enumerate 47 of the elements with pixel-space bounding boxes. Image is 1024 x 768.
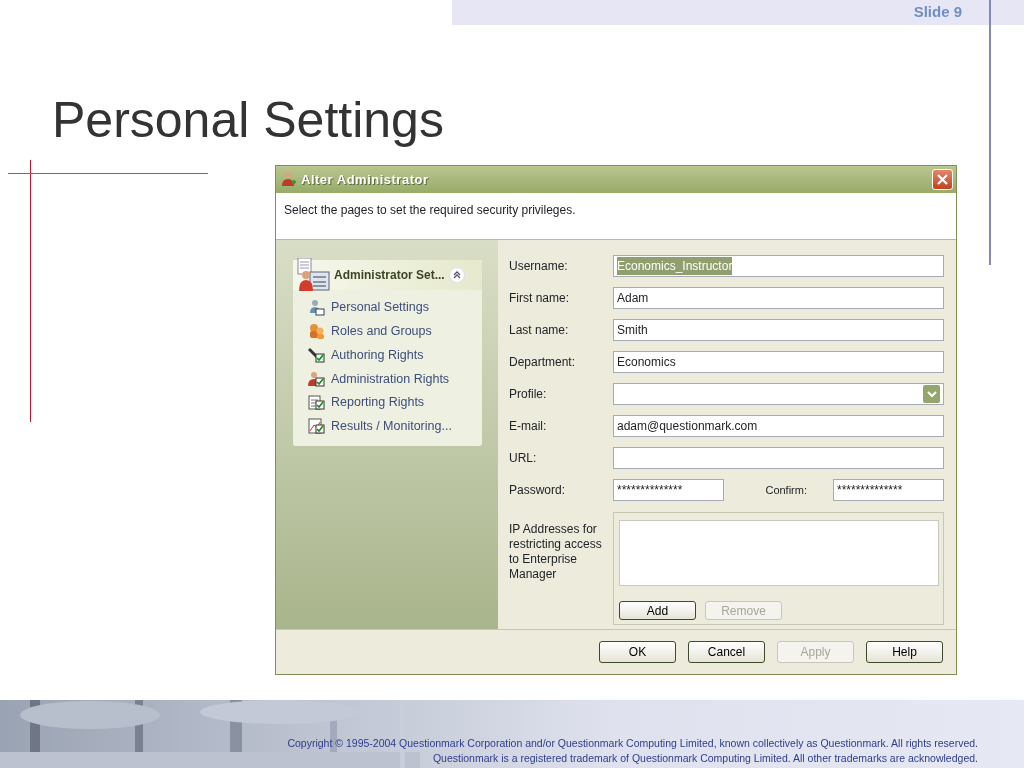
field-label: Password: — [509, 482, 567, 500]
password-field[interactable]: ************** — [613, 479, 724, 502]
text-field[interactable]: Adam — [613, 287, 944, 310]
text-field[interactable]: Smith — [613, 319, 944, 342]
text-field[interactable]: adam@questionmark.com — [613, 415, 944, 438]
dropdown-button[interactable] — [923, 385, 940, 404]
task-link[interactable]: Reporting Rights — [308, 393, 476, 413]
field-label: Last name: — [509, 322, 570, 340]
button[interactable]: Add — [619, 601, 696, 621]
task-pane-title: Administrator Set... — [334, 267, 445, 285]
field-label: Confirm: — [765, 483, 807, 499]
field-label: E-mail: — [509, 418, 548, 436]
copyright-text: Questionmark is a registered trademark of Questionmark Computing Limited. All other trademarks are acknowledged. — [431, 751, 978, 766]
task-link[interactable]: Results / Monitoring... — [308, 417, 476, 436]
field-label: IP Addresses for restricting access to Enterprise Manager — [509, 521, 603, 584]
copyright-text: Copyright © 1995-2004 Questionmark Corporation and/or Questionmark Computing Limited, known collectively as Questionmark. All rights reserved. — [287, 736, 978, 751]
list-box[interactable] — [619, 520, 939, 587]
text-field[interactable] — [613, 447, 944, 470]
close-icon — [937, 173, 948, 185]
button[interactable]: OK — [599, 641, 676, 664]
user-check-icon — [308, 370, 325, 388]
report-check-icon — [308, 394, 325, 412]
button[interactable]: Help — [866, 641, 943, 664]
field-label: Profile: — [509, 386, 548, 404]
pen-check-icon — [308, 346, 325, 364]
close-button[interactable] — [932, 168, 953, 190]
button[interactable]: Cancel — [688, 641, 765, 664]
task-link[interactable]: Personal Settings — [308, 298, 476, 318]
instruction-text: Select the pages to set the required security privileges. — [284, 202, 576, 217]
field-label: URL: — [509, 450, 538, 468]
slide-number: Slide 9 — [913, 2, 962, 23]
task-link[interactable]: Authoring Rights — [308, 345, 476, 365]
user-icon — [281, 171, 297, 188]
task-link[interactable]: Roles and Groups — [308, 322, 476, 341]
field-label: First name: — [509, 290, 570, 308]
administrator-settings-icon — [296, 258, 330, 293]
slide-title: Personal Settings — [52, 95, 445, 145]
dropdown-field[interactable] — [613, 383, 944, 406]
text-field[interactable]: Economics — [613, 351, 944, 374]
task-link[interactable]: Administration Rights — [308, 369, 476, 389]
field-label: Department: — [509, 354, 577, 372]
person-card-icon — [308, 299, 325, 317]
chart-check-icon — [308, 418, 325, 436]
password-field[interactable]: ************** — [833, 479, 944, 502]
window-title: Alter Administrator — [301, 170, 429, 189]
field-label: Username: — [509, 258, 569, 276]
people-icon — [308, 323, 325, 341]
